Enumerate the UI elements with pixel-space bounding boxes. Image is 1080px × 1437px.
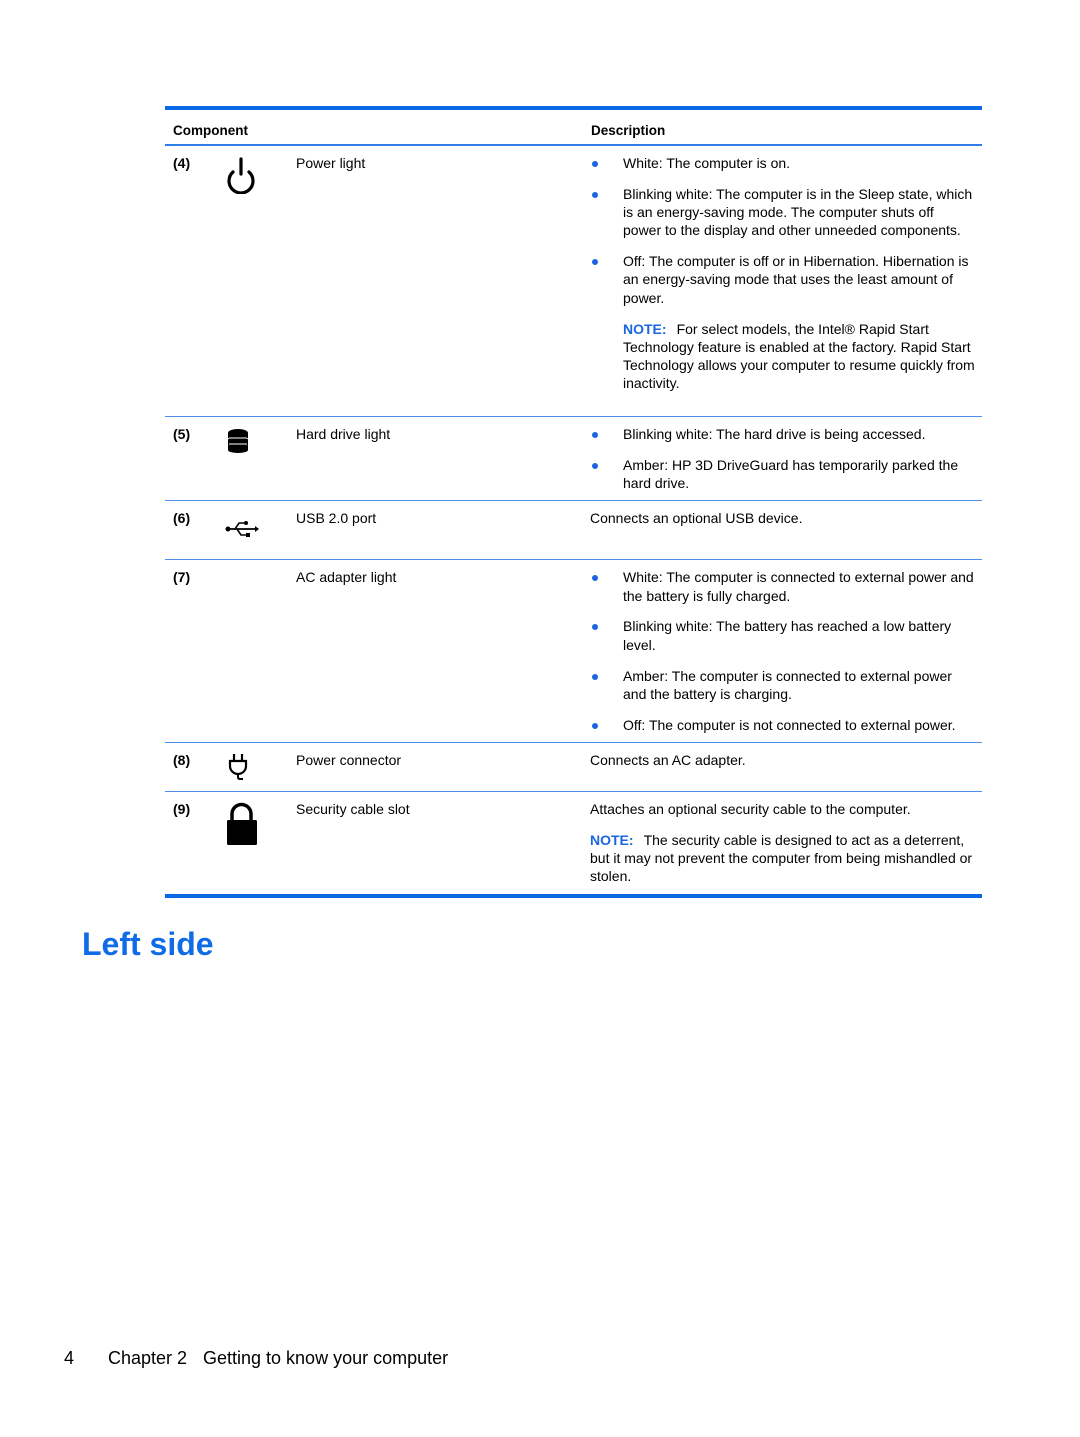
bullet-icon bbox=[592, 191, 598, 198]
section-heading: Left side bbox=[82, 926, 214, 962]
component-number: (4) bbox=[173, 155, 191, 171]
lock-icon bbox=[221, 800, 261, 845]
component-number: (7) bbox=[173, 569, 191, 586]
bullet-icon bbox=[592, 673, 598, 680]
bullet-icon bbox=[592, 259, 598, 266]
chapter-title: Getting to know your computer bbox=[203, 1348, 449, 1368]
table-header: Component Description bbox=[165, 110, 982, 144]
table-row: (5) Hard drive light Blinking white: The… bbox=[165, 417, 982, 500]
note: NOTE: For select models, the Intel® Rapid… bbox=[590, 320, 975, 393]
chapter-label: Chapter 2 bbox=[108, 1348, 188, 1368]
component-name: AC adapter light bbox=[296, 569, 397, 586]
power-icon bbox=[221, 154, 261, 195]
bullet-icon bbox=[592, 624, 598, 631]
bullet-icon bbox=[592, 462, 598, 469]
note-label: NOTE: bbox=[623, 320, 667, 337]
component-number: (9) bbox=[173, 800, 191, 817]
table-row: (6) USB 2.0 port Connects an optional US… bbox=[165, 501, 982, 559]
component-description: Blinking white: The hard drive is being … bbox=[590, 417, 975, 500]
note: NOTE: The security cable is designed to a… bbox=[590, 831, 975, 886]
component-number: (6) bbox=[173, 510, 191, 527]
component-name: USB 2.0 port bbox=[296, 510, 377, 527]
list-item: Blinking white: The hard drive is being … bbox=[590, 425, 975, 443]
component-description: White: The computer is connected to exte… bbox=[590, 560, 975, 742]
header-component: Component bbox=[173, 123, 248, 138]
hard-drive-icon bbox=[221, 425, 261, 465]
note-text: The security cable is designed to act as… bbox=[590, 831, 973, 885]
header-description: Description bbox=[591, 123, 666, 138]
bullet-icon bbox=[592, 161, 598, 167]
table-row: (9) Security cable slot Attaches an opti… bbox=[165, 792, 982, 894]
page-number: 4 bbox=[64, 1348, 75, 1368]
list-item: White: The computer is on. bbox=[590, 154, 975, 172]
component-name: Power light bbox=[296, 155, 366, 171]
table-bottom-rule bbox=[165, 893, 982, 898]
list-item: Amber: The computer is connected to exte… bbox=[590, 667, 975, 704]
list-item: Blinking white: The computer is in the S… bbox=[590, 185, 975, 240]
bullet-icon bbox=[592, 432, 598, 438]
note-text: For select models, the Intel® Rapid Star… bbox=[623, 320, 975, 392]
component-description: Connects an AC adapter. bbox=[590, 751, 746, 768]
list-item: Blinking white: The battery has reached … bbox=[590, 617, 975, 654]
component-name: Security cable slot bbox=[296, 800, 410, 817]
bullet-icon bbox=[592, 722, 598, 729]
component-name: Hard drive light bbox=[296, 426, 391, 442]
usb-icon bbox=[221, 509, 261, 549]
component-number: (5) bbox=[173, 426, 191, 442]
list-item: Off: The computer is not connected to ex… bbox=[590, 716, 975, 734]
component-name: Power connector bbox=[296, 751, 402, 768]
note-label: NOTE: bbox=[590, 831, 634, 848]
bullet-icon bbox=[592, 575, 598, 582]
list-item: White: The computer is connected to exte… bbox=[590, 568, 975, 605]
list-item: Off: The computer is off or in Hibernati… bbox=[590, 252, 975, 307]
component-description: White: The computer is on. Blinking whit… bbox=[590, 146, 975, 401]
table-row: (4) Power light White: The computer is o… bbox=[165, 146, 982, 416]
list-item: Amber: HP 3D DriveGuard has temporarily … bbox=[590, 456, 975, 493]
component-description: Attaches an optional security cable to t… bbox=[590, 792, 975, 894]
table-row: (7) AC adapter light White: The computer… bbox=[165, 560, 982, 742]
component-number: (8) bbox=[173, 751, 191, 768]
power-plug-icon bbox=[221, 751, 261, 791]
table-row: (8) Power connector Connects an AC adapt… bbox=[165, 743, 982, 791]
components-table: Component Description (4) Power light Wh… bbox=[165, 106, 982, 898]
component-description: Connects an optional USB device. bbox=[590, 510, 803, 527]
